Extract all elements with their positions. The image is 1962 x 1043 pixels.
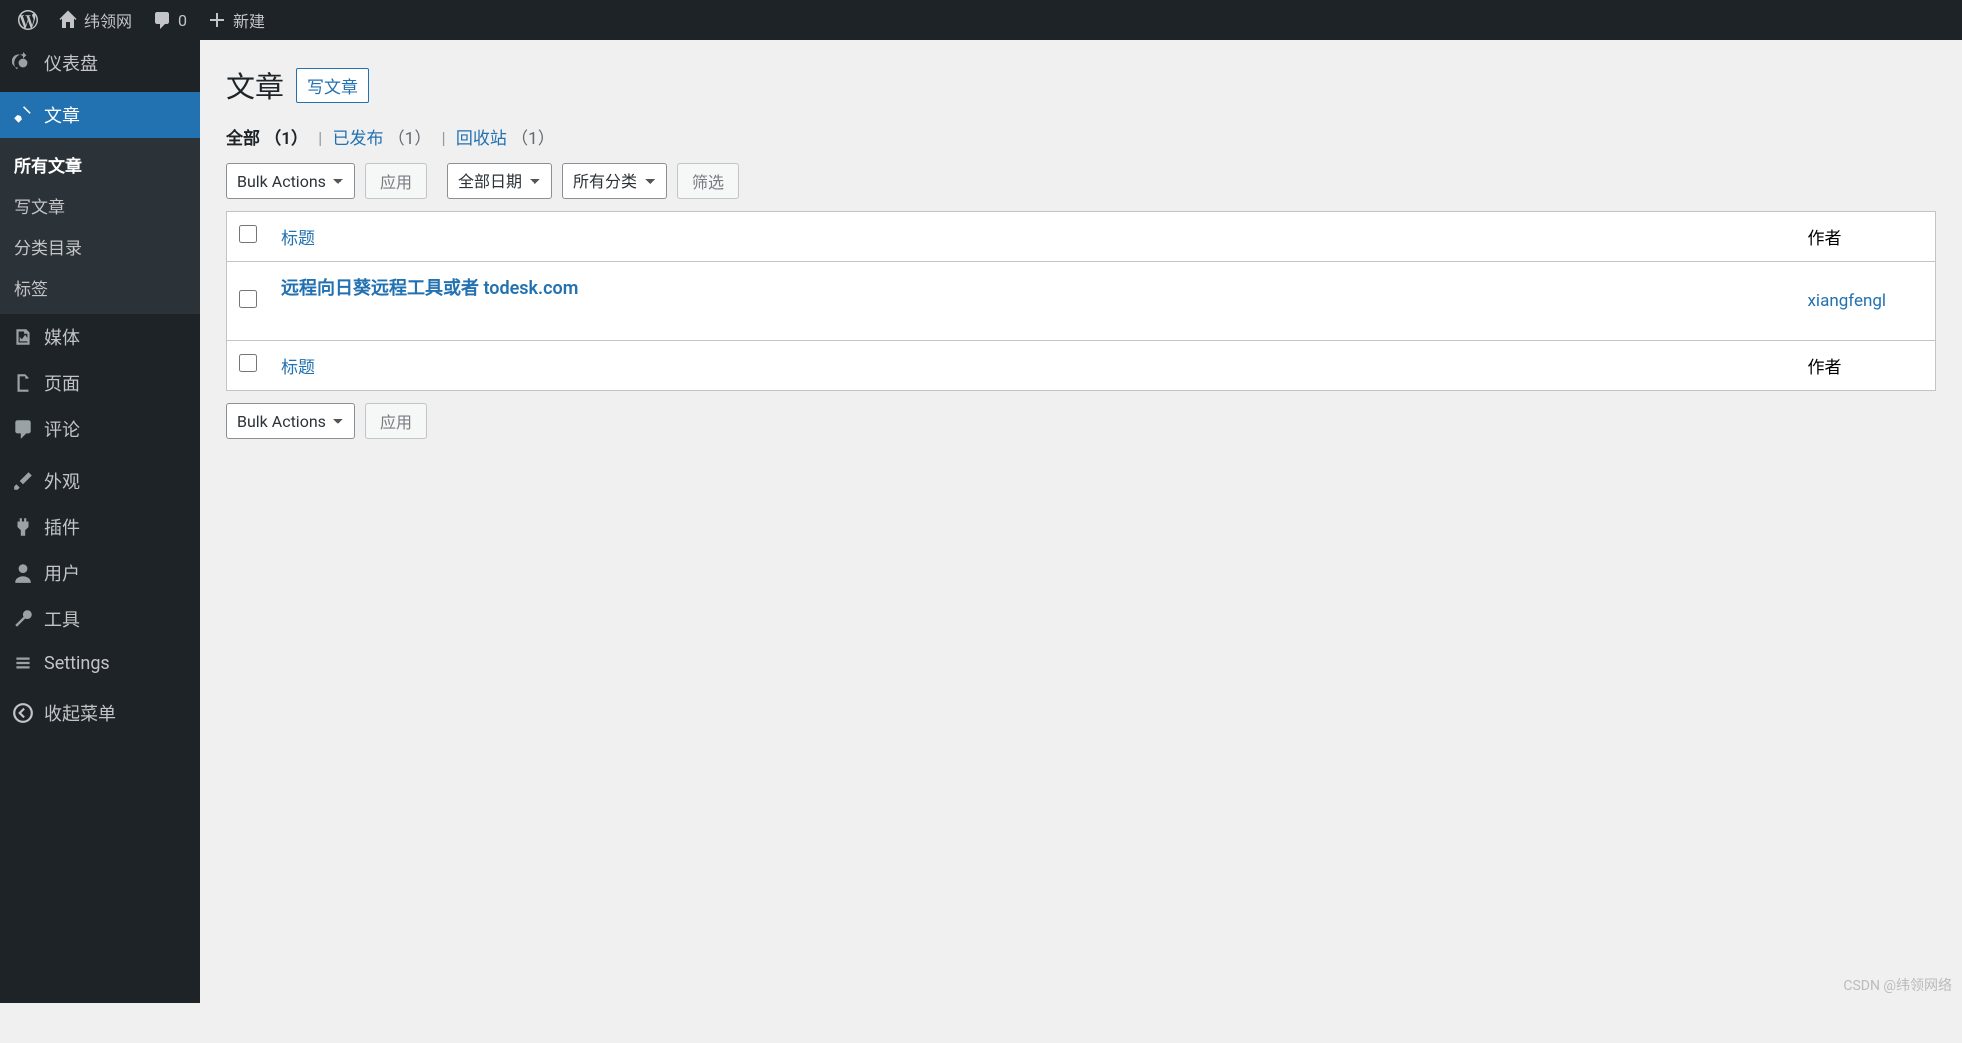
dashboard-icon — [12, 52, 34, 74]
wordpress-icon — [18, 10, 38, 30]
media-icon — [12, 326, 34, 348]
menu-plugins[interactable]: 插件 — [0, 504, 200, 550]
menu-posts[interactable]: 文章 — [0, 92, 200, 138]
home-icon — [58, 10, 78, 30]
menu-users-label: 用户 — [44, 560, 80, 586]
bulk-actions-select-bottom[interactable]: Bulk Actions — [226, 403, 355, 439]
submenu-categories[interactable]: 分类目录 — [0, 226, 200, 267]
menu-pages-label: 页面 — [44, 370, 80, 396]
bulk-actions-select[interactable]: Bulk Actions — [226, 163, 355, 199]
menu-media-label: 媒体 — [44, 324, 80, 350]
new-content-link[interactable]: 新建 — [197, 0, 275, 40]
user-icon — [12, 562, 34, 584]
apply-bulk-button[interactable]: 应用 — [365, 163, 427, 199]
comments-icon — [12, 418, 34, 440]
brush-icon — [12, 470, 34, 492]
select-all-checkbox[interactable] — [239, 225, 257, 243]
menu-media[interactable]: 媒体 — [0, 314, 200, 360]
menu-dashboard[interactable]: 仪表盘 — [0, 40, 200, 86]
date-filter-select[interactable]: 全部日期 — [447, 163, 552, 199]
post-status-filters: 全部 （1） | 已发布 （1） | 回收站 （1） — [226, 124, 1936, 149]
filter-all-label: 全部 — [226, 129, 260, 149]
new-label: 新建 — [233, 8, 265, 32]
page-header: 文章 写文章 — [226, 64, 1936, 106]
table-row: 远程向日葵远程工具或者 todesk.com xiangfengl — [227, 262, 1936, 341]
filter-published-label: 已发布 — [333, 129, 384, 149]
comments-count-label: 0 — [178, 11, 187, 30]
menu-appearance-label: 外观 — [44, 468, 80, 494]
menu-dashboard-label: 仪表盘 — [44, 50, 98, 76]
page-icon — [12, 372, 34, 394]
menu-collapse-label: 收起菜单 — [44, 700, 116, 726]
category-filter-select[interactable]: 所有分类 — [562, 163, 667, 199]
filter-separator: | — [436, 129, 452, 149]
filter-published-count: （1） — [388, 129, 432, 149]
menu-users[interactable]: 用户 — [0, 550, 200, 596]
select-all-checkbox-footer[interactable] — [239, 354, 257, 372]
wordpress-logo[interactable] — [8, 0, 48, 40]
menu-posts-label: 文章 — [44, 102, 80, 128]
filter-trash-count: （1） — [511, 129, 555, 149]
menu-collapse[interactable]: 收起菜单 — [0, 690, 200, 736]
watermark: CSDN @纬领网络 — [1843, 975, 1952, 995]
plugin-icon — [12, 516, 34, 538]
menu-posts-submenu: 所有文章 写文章 分类目录 标签 — [0, 138, 200, 314]
row-check-cell — [227, 262, 270, 341]
menu-pages[interactable]: 页面 — [0, 360, 200, 406]
filter-trash-label: 回收站 — [456, 129, 507, 149]
menu-appearance[interactable]: 外观 — [0, 458, 200, 504]
filter-all-count: （1） — [264, 129, 308, 149]
row-title-cell: 远程向日葵远程工具或者 todesk.com — [269, 262, 1796, 341]
pin-icon — [12, 104, 34, 126]
menu-comments[interactable]: 评论 — [0, 406, 200, 452]
posts-table: 标题 作者 远程向日葵远程工具或者 todesk.com xiangfengl … — [226, 211, 1936, 391]
comment-icon — [152, 10, 172, 30]
menu-comments-label: 评论 — [44, 416, 80, 442]
plus-icon — [207, 10, 227, 30]
collapse-icon — [12, 702, 34, 724]
admin-toolbar: 纬领网 0 新建 — [0, 0, 1962, 40]
filter-published[interactable]: 已发布 （1） — [333, 129, 432, 149]
tablenav-bottom: Bulk Actions 应用 — [226, 403, 1936, 439]
submenu-new-post[interactable]: 写文章 — [0, 185, 200, 226]
site-name-label: 纬领网 — [84, 8, 132, 32]
row-checkbox[interactable] — [239, 290, 257, 308]
wrench-icon — [12, 608, 34, 630]
post-title-link[interactable]: 远程向日葵远程工具或者 todesk.com — [281, 278, 578, 299]
col-author-footer: 作者 — [1796, 341, 1936, 391]
new-post-button[interactable]: 写文章 — [296, 68, 369, 103]
menu-tools-label: 工具 — [44, 606, 80, 632]
apply-bulk-button-bottom[interactable]: 应用 — [365, 403, 427, 439]
main-content: 文章 写文章 全部 （1） | 已发布 （1） | 回收站 （1） Bulk A… — [200, 40, 1962, 465]
admin-sidebar: 仪表盘 文章 所有文章 写文章 分类目录 标签 媒体 页面 评论 外观 插件 用… — [0, 40, 200, 1003]
tablenav-top: Bulk Actions 应用 全部日期 所有分类 筛选 — [226, 163, 1936, 199]
menu-plugins-label: 插件 — [44, 514, 80, 540]
row-author-cell: xiangfengl — [1796, 262, 1936, 341]
filter-trash[interactable]: 回收站 （1） — [456, 129, 555, 149]
col-author-header: 作者 — [1796, 212, 1936, 262]
col-title-header[interactable]: 标题 — [269, 212, 1796, 262]
post-author-link[interactable]: xiangfengl — [1808, 291, 1887, 311]
settings-icon — [12, 652, 34, 674]
page-title: 文章 — [226, 64, 284, 106]
submenu-all-posts[interactable]: 所有文章 — [0, 144, 200, 185]
col-title-footer[interactable]: 标题 — [269, 341, 1796, 391]
site-link[interactable]: 纬领网 — [48, 0, 142, 40]
comments-link[interactable]: 0 — [142, 0, 197, 40]
submenu-tags[interactable]: 标签 — [0, 267, 200, 308]
select-all-footer — [227, 341, 270, 391]
filter-button[interactable]: 筛选 — [677, 163, 739, 199]
filter-separator: | — [312, 129, 328, 149]
filter-all[interactable]: 全部 （1） — [226, 129, 308, 149]
menu-settings[interactable]: Settings — [0, 642, 200, 684]
menu-settings-label: Settings — [44, 653, 110, 674]
select-all-header — [227, 212, 270, 262]
menu-tools[interactable]: 工具 — [0, 596, 200, 642]
